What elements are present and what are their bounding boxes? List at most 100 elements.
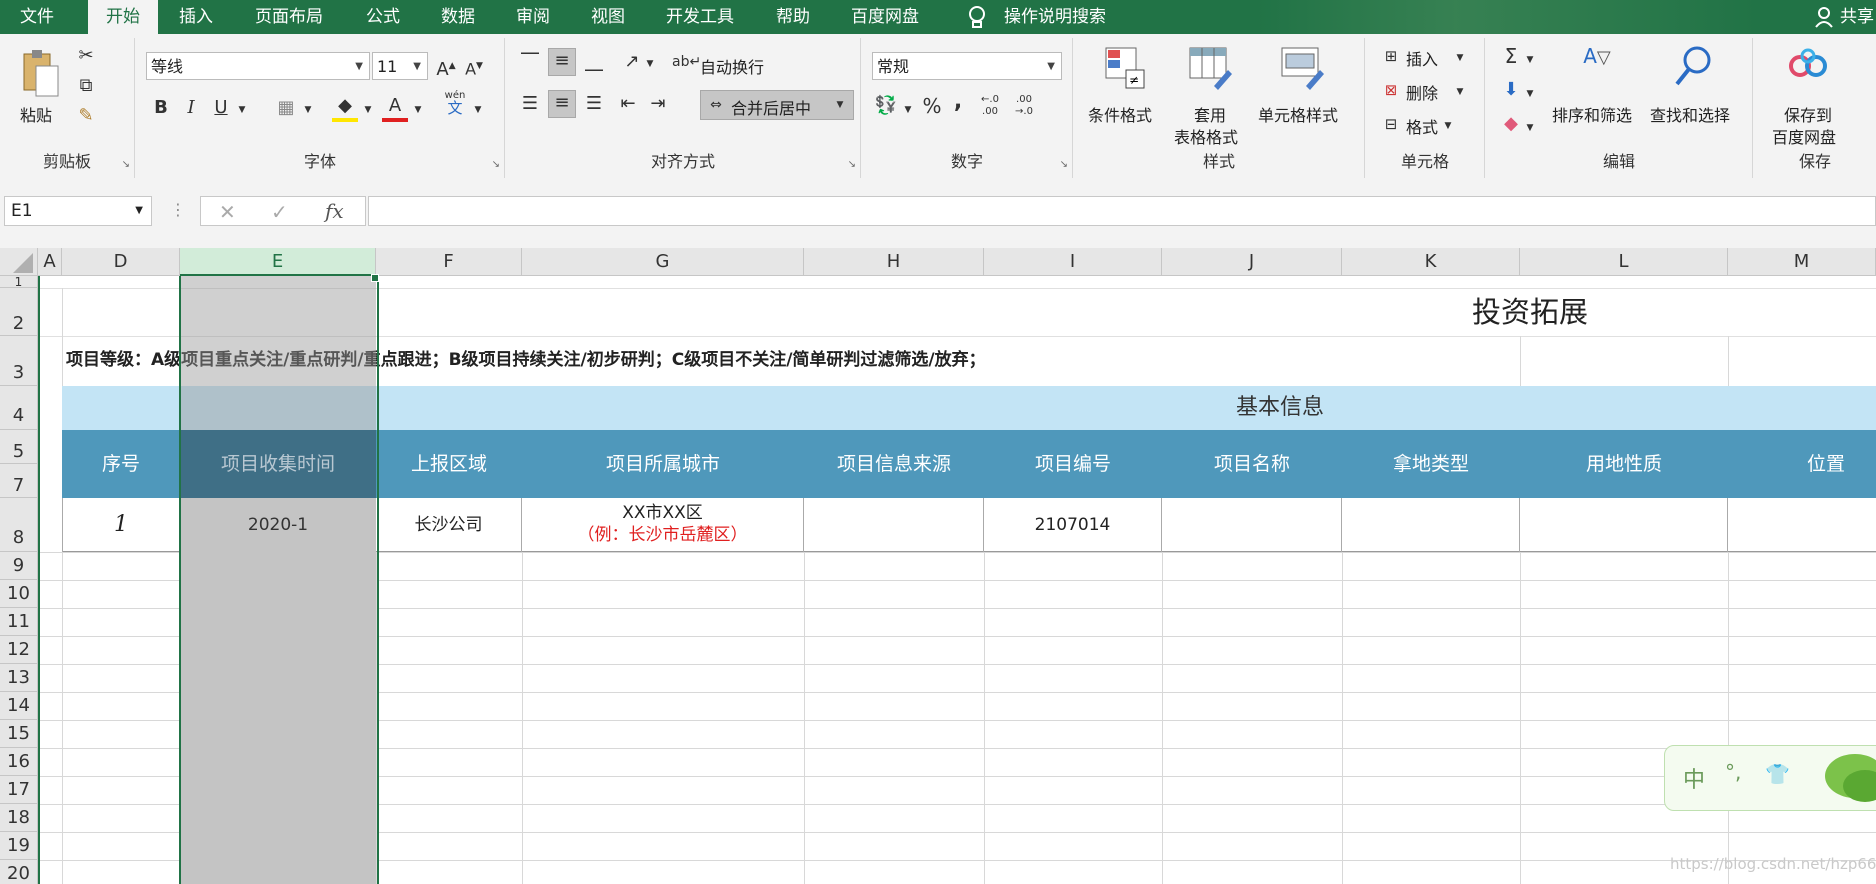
column-header-h[interactable]: H bbox=[804, 248, 984, 276]
decrease-font-icon[interactable]: A▼ bbox=[462, 54, 486, 81]
currency-dropdown-icon[interactable]: ▼ bbox=[902, 98, 914, 122]
conditional-format-icon[interactable]: ≠ bbox=[1104, 46, 1146, 90]
more-options-icon[interactable]: ⋮ bbox=[170, 200, 186, 219]
row-header-1[interactable]: 1 bbox=[0, 276, 38, 288]
row-header-2[interactable]: 2 bbox=[0, 288, 38, 336]
save-to-line1[interactable]: 保存到 bbox=[1784, 102, 1832, 126]
column-header-m[interactable]: M bbox=[1728, 248, 1876, 276]
sheet-title[interactable]: 投资拓展 bbox=[1380, 292, 1680, 332]
header-name[interactable]: 项目名称 bbox=[1162, 430, 1342, 498]
ime-punctuation[interactable]: °, bbox=[1725, 760, 1741, 784]
phonetic-icon[interactable]: wén 文 bbox=[440, 90, 470, 116]
cell-code[interactable]: 2107014 bbox=[984, 498, 1162, 552]
row-header-4[interactable]: 4 bbox=[0, 386, 38, 430]
align-right-icon[interactable]: ☰ bbox=[582, 92, 606, 116]
fill-handle[interactable] bbox=[371, 274, 379, 282]
merge-dropdown-icon[interactable]: ▼ bbox=[833, 93, 847, 117]
autosum-dropdown-icon[interactable]: ▼ bbox=[1524, 48, 1536, 72]
paste-icon[interactable] bbox=[18, 46, 60, 102]
column-header-a[interactable]: A bbox=[38, 248, 62, 276]
font-color-icon[interactable]: A bbox=[382, 94, 408, 122]
row-header-18[interactable]: 18 bbox=[0, 804, 38, 832]
align-left-icon[interactable]: ☰ bbox=[518, 92, 542, 116]
row-header-20[interactable]: 20 bbox=[0, 860, 38, 884]
font-name-select[interactable]: 等线 ▼ bbox=[146, 52, 370, 80]
tab-formulas[interactable]: 公式 bbox=[366, 0, 400, 34]
orientation-dropdown-icon[interactable]: ▼ bbox=[644, 52, 656, 76]
column-header-g[interactable]: G bbox=[522, 248, 804, 276]
select-all-corner[interactable] bbox=[0, 248, 38, 276]
cut-icon[interactable]: ✂ bbox=[74, 44, 98, 68]
cell-seq[interactable]: 1 bbox=[62, 498, 180, 552]
delete-cells-button[interactable]: 删除 bbox=[1406, 80, 1438, 104]
header-source[interactable]: 项目信息来源 bbox=[804, 430, 984, 498]
format-painter-icon[interactable]: ✎ bbox=[74, 104, 98, 128]
paste-button[interactable]: 粘贴 bbox=[20, 102, 52, 126]
ime-mode-zh[interactable]: 中 bbox=[1683, 762, 1705, 794]
row-header-11[interactable]: 11 bbox=[0, 608, 38, 636]
column-header-i[interactable]: I bbox=[984, 248, 1162, 276]
increase-font-icon[interactable]: A▲ bbox=[434, 54, 458, 82]
insert-cells-icon[interactable]: ⊞ bbox=[1380, 44, 1402, 68]
conditional-format-button[interactable]: 条件格式 bbox=[1088, 102, 1152, 126]
number-format-select[interactable]: 常规 ▼ bbox=[872, 52, 1062, 80]
row-header-5[interactable]: 5 bbox=[0, 430, 38, 464]
wrap-text-icon[interactable]: ab↵ bbox=[672, 50, 701, 74]
row-header-12[interactable]: 12 bbox=[0, 636, 38, 664]
baidu-netdisk-icon[interactable] bbox=[1786, 46, 1830, 90]
enter-icon[interactable]: ✓ bbox=[271, 200, 288, 224]
row-header-10[interactable]: 10 bbox=[0, 580, 38, 608]
format-dropdown-icon[interactable]: ▼ bbox=[1442, 114, 1454, 138]
format-as-table-button[interactable]: 表格格式 bbox=[1174, 124, 1238, 148]
phonetic-dropdown-icon[interactable]: ▼ bbox=[472, 98, 484, 122]
font-size-select[interactable]: 11 ▼ bbox=[372, 52, 428, 80]
row-header-15[interactable]: 15 bbox=[0, 720, 38, 748]
cell-styles-button[interactable]: 单元格样式 bbox=[1258, 102, 1338, 126]
tab-insert[interactable]: 插入 bbox=[179, 0, 213, 34]
insert-function-icon[interactable]: fx bbox=[325, 199, 344, 223]
row-header-13[interactable]: 13 bbox=[0, 664, 38, 692]
merge-center-button[interactable]: ⇔ 合并后居中 ▼ bbox=[700, 90, 854, 120]
fill-color-dropdown-icon[interactable]: ▼ bbox=[362, 98, 374, 122]
format-as-table-line1[interactable]: 套用 bbox=[1194, 102, 1226, 126]
borders-dropdown-icon[interactable]: ▼ bbox=[302, 98, 314, 122]
name-box-dropdown-icon[interactable]: ▼ bbox=[135, 197, 143, 225]
cell-land-use[interactable] bbox=[1520, 498, 1728, 552]
insert-cells-button[interactable]: 插入 bbox=[1406, 46, 1438, 70]
sort-filter-button[interactable]: 排序和筛选 bbox=[1552, 102, 1632, 126]
align-middle-icon[interactable]: ≡ bbox=[548, 48, 576, 76]
increase-indent-icon[interactable]: ⇥ bbox=[646, 92, 670, 116]
format-cells-icon[interactable]: ⊟ bbox=[1380, 112, 1402, 136]
header-land-use[interactable]: 用地性质 bbox=[1520, 430, 1728, 498]
ime-toolbar[interactable]: 中 °, 👕 bbox=[1664, 745, 1876, 811]
tab-review[interactable]: 审阅 bbox=[516, 0, 550, 34]
save-to-baidu-button[interactable]: 百度网盘 bbox=[1772, 124, 1836, 148]
cell-region[interactable]: 长沙公司 bbox=[376, 498, 522, 552]
cell-city[interactable]: XX市XX区 （例：长沙市岳麓区） bbox=[522, 498, 804, 552]
column-header-f[interactable]: F bbox=[376, 248, 522, 276]
tab-data[interactable]: 数据 bbox=[441, 0, 475, 34]
cell-styles-icon[interactable] bbox=[1280, 46, 1324, 90]
column-header-d[interactable]: D bbox=[62, 248, 180, 276]
sort-filter-icon[interactable]: A▽ bbox=[1574, 44, 1620, 90]
header-seq[interactable]: 序号 bbox=[62, 430, 180, 498]
row-header-9[interactable]: 9 bbox=[0, 552, 38, 580]
share-button[interactable]: 共享 bbox=[1840, 0, 1874, 34]
tab-developer[interactable]: 开发工具 bbox=[666, 0, 734, 34]
fill-dropdown-icon[interactable]: ▼ bbox=[1524, 82, 1536, 106]
row-header-17[interactable]: 17 bbox=[0, 776, 38, 804]
row-header-3[interactable]: 3 bbox=[0, 336, 38, 386]
row-header-8[interactable]: 8 bbox=[0, 498, 38, 552]
decrease-decimal-icon[interactable]: .00 →.0 bbox=[1008, 94, 1040, 118]
copy-icon[interactable]: ⧉ bbox=[74, 74, 98, 98]
column-header-l[interactable]: L bbox=[1520, 248, 1728, 276]
cell-land-type[interactable] bbox=[1342, 498, 1520, 552]
underline-dropdown-icon[interactable]: ▼ bbox=[236, 98, 248, 122]
italic-button[interactable]: I bbox=[180, 96, 202, 120]
row-header-14[interactable]: 14 bbox=[0, 692, 38, 720]
fill-icon[interactable]: ⬇ bbox=[1500, 78, 1522, 102]
font-color-dropdown-icon[interactable]: ▼ bbox=[412, 98, 424, 122]
cell-source[interactable] bbox=[804, 498, 984, 552]
tab-baidu-netdisk[interactable]: 百度网盘 bbox=[851, 0, 919, 34]
wrap-text-button[interactable]: 自动换行 bbox=[700, 54, 764, 78]
